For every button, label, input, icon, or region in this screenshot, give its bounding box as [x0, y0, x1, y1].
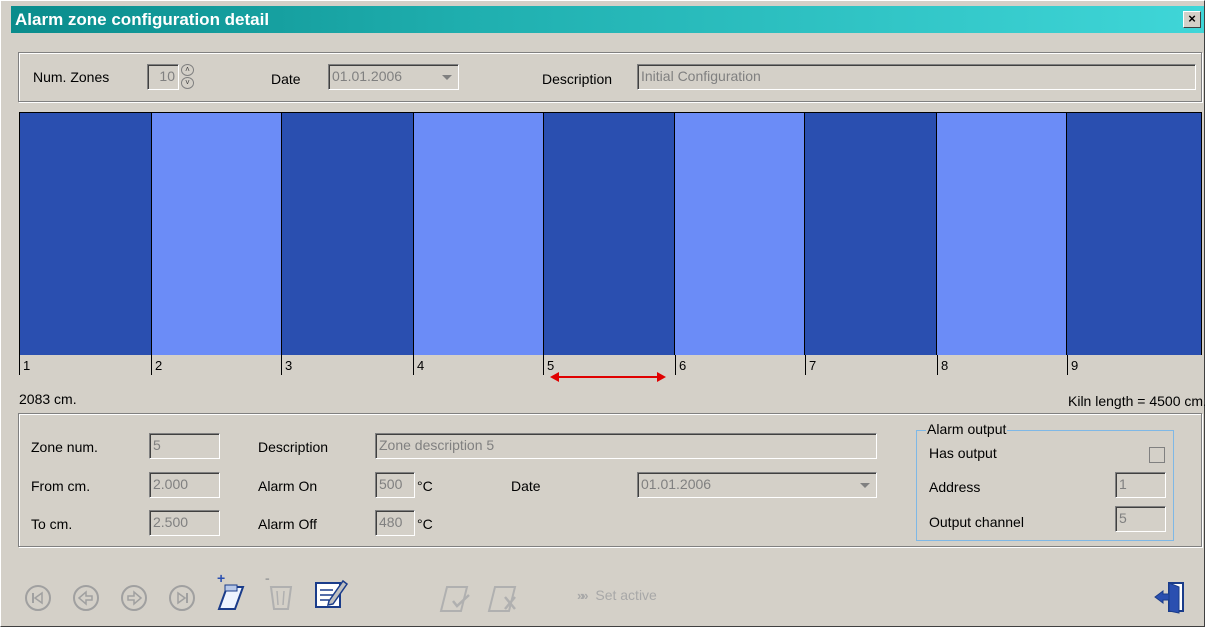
alarm-output-legend: Alarm output — [926, 421, 1008, 437]
selected-zone-arrow-icon — [550, 372, 666, 382]
num-zones-spinner[interactable]: ˄ ˅ — [181, 64, 195, 90]
new-record-icon[interactable]: + — [213, 571, 249, 613]
to-cm-label: To cm. — [31, 516, 73, 532]
has-output-label: Has output — [929, 445, 997, 461]
zone-number: 6 — [675, 355, 805, 375]
previous-record-icon[interactable] — [71, 583, 101, 613]
close-icon: × — [1188, 11, 1196, 26]
to-cm-field[interactable]: 2.500 — [149, 510, 220, 536]
zone-strip[interactable] — [19, 112, 1203, 356]
zone-block[interactable] — [937, 112, 1068, 356]
zone-number: 1 — [19, 355, 151, 375]
close-button[interactable]: × — [1183, 11, 1201, 28]
spin-down-icon[interactable]: ˅ — [181, 77, 194, 89]
alarm-off-label: Alarm Off — [258, 516, 317, 532]
zone-number: 3 — [281, 355, 413, 375]
zone-num-label: Zone num. — [31, 439, 98, 455]
zone-block[interactable] — [281, 112, 414, 356]
cancel-icon[interactable] — [485, 577, 521, 613]
first-record-icon[interactable] — [23, 583, 53, 613]
chevron-down-icon[interactable] — [860, 483, 870, 488]
header-date-combo[interactable]: 01.01.2006 — [328, 64, 459, 90]
from-cm-label: From cm. — [31, 478, 91, 494]
zone-number: 8 — [937, 355, 1067, 375]
header-description-label: Description — [542, 71, 613, 87]
header-description-field[interactable]: Initial Configuration — [637, 64, 1196, 90]
alarm-off-field[interactable]: 480 — [375, 510, 415, 536]
zone-block[interactable] — [20, 112, 152, 356]
header-date-label: Date — [271, 71, 301, 87]
num-zones-field[interactable]: 10 — [147, 64, 179, 90]
position-readout: 2083 cm. — [19, 391, 77, 407]
has-output-checkbox[interactable] — [1149, 447, 1165, 463]
title-bar[interactable]: Alarm zone configuration detail × — [11, 6, 1204, 33]
zone-block[interactable] — [413, 112, 544, 356]
output-channel-label: Output channel — [929, 514, 1024, 530]
num-zones-label: Num. Zones — [33, 69, 110, 85]
zone-block[interactable] — [151, 112, 282, 356]
header-date-value: 01.01.2006 — [332, 68, 403, 84]
alarm-on-label: Alarm On — [258, 478, 318, 494]
exit-icon[interactable] — [1153, 579, 1189, 615]
kiln-length-text: Kiln length = 4500 cm. — [1068, 393, 1205, 409]
zone-number: 7 — [805, 355, 937, 375]
set-active-button[interactable]: »» Set active — [577, 587, 657, 603]
zone-block[interactable] — [805, 112, 938, 356]
dialog-window: Alarm zone configuration detail × Num. Z… — [0, 0, 1205, 627]
zone-num-field[interactable]: 5 — [149, 433, 220, 459]
address-field[interactable]: 1 — [1115, 472, 1166, 498]
edit-record-icon[interactable] — [313, 575, 349, 611]
last-record-icon[interactable] — [167, 583, 197, 613]
alarm-on-unit: °C — [417, 478, 433, 494]
zone-date-label: Date — [511, 478, 541, 494]
zone-block[interactable] — [1067, 112, 1203, 356]
svg-text:+: + — [217, 571, 225, 586]
zone-number: 2 — [151, 355, 281, 375]
alarm-off-unit: °C — [417, 516, 433, 532]
zone-block[interactable] — [543, 112, 676, 356]
zone-description-field[interactable]: Zone description 5 — [375, 433, 877, 459]
set-active-label: Set active — [595, 587, 657, 603]
zone-date-value: 01.01.2006 — [641, 476, 712, 492]
double-chevron-right-icon: »» — [577, 588, 589, 603]
zone-block[interactable] — [675, 112, 806, 356]
spin-up-icon[interactable]: ˄ — [181, 64, 194, 76]
svg-text:-: - — [265, 571, 270, 586]
zone-date-combo[interactable]: 01.01.2006 — [637, 472, 877, 498]
window-title: Alarm zone configuration detail — [15, 9, 270, 29]
alarm-on-field[interactable]: 500 — [375, 472, 415, 498]
output-channel-field[interactable]: 5 — [1115, 506, 1166, 532]
next-record-icon[interactable] — [119, 583, 149, 613]
zone-number: 9 — [1067, 355, 1202, 375]
from-cm-field[interactable]: 2.000 — [149, 472, 220, 498]
chevron-down-icon[interactable] — [442, 75, 452, 80]
confirm-icon[interactable] — [437, 577, 473, 613]
zone-description-label: Description — [258, 439, 329, 455]
delete-record-icon[interactable]: - — [263, 571, 299, 613]
zone-number: 4 — [413, 355, 543, 375]
address-label: Address — [929, 479, 981, 495]
